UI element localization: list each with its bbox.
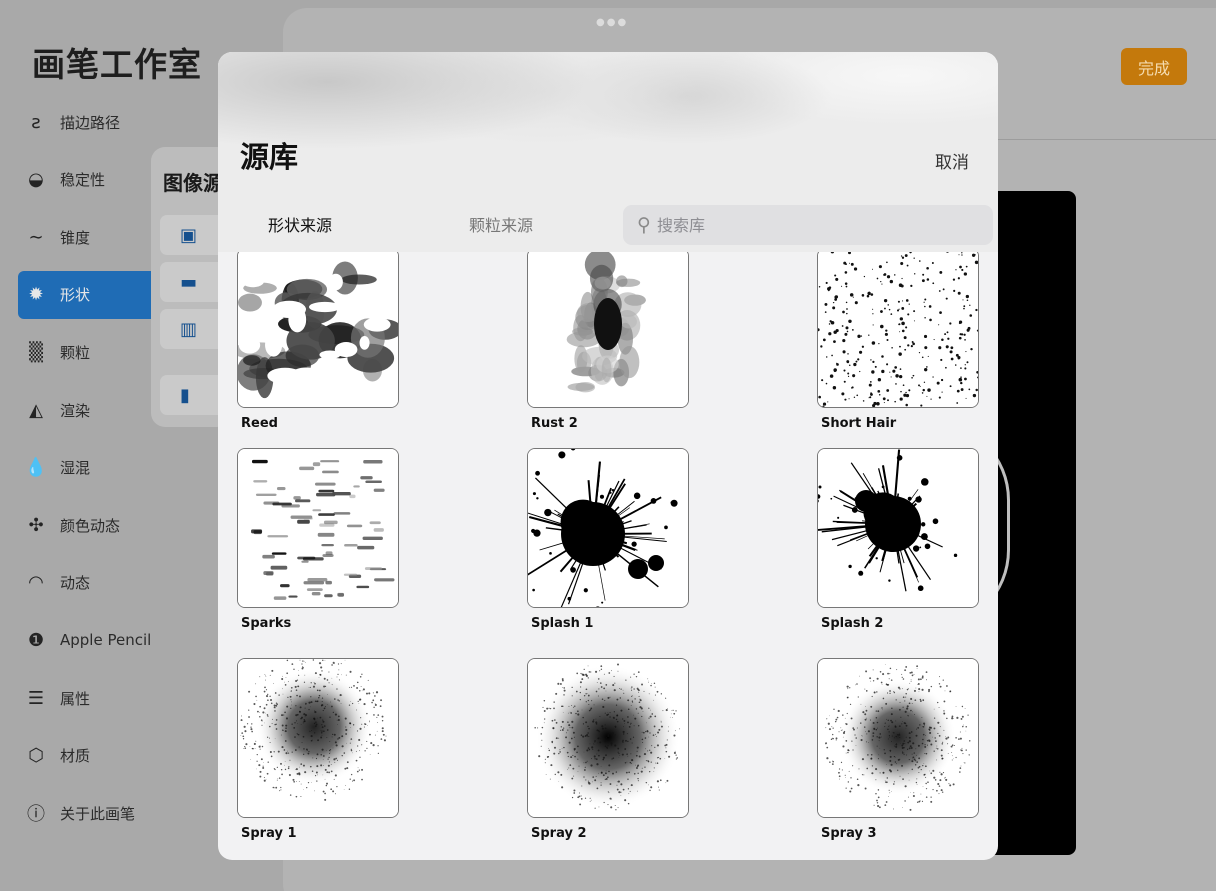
source-item-label: Short Hair xyxy=(821,416,897,431)
sidebar-item-label: 属性 xyxy=(60,689,91,708)
taper-icon: ∼ xyxy=(28,226,44,248)
sidebar-item-label: Apple Pencil xyxy=(60,631,152,650)
sidebar-item-label: 描边路径 xyxy=(60,113,121,132)
app-root: 画笔工作室 ƨ 描边路径 ◒ 稳定性 ∼ 锥度 ✹ 形状 ▒ 颗粒 ◭ 渲染 💧 湿混 ✣ 颜色动态 ◠ 动态 ❶ A… xyxy=(0,0,1216,891)
materials-icon: ⬡ xyxy=(28,745,44,767)
properties-icon: ☰ xyxy=(27,687,45,709)
source-item[interactable]: Spray 2 xyxy=(527,658,689,841)
sidebar-item-label: 动态 xyxy=(60,574,91,593)
tab-grain-source[interactable]: 颗粒来源 xyxy=(469,212,533,236)
source-thumbnail[interactable] xyxy=(237,658,399,818)
color-dynamics-icon: ✣ xyxy=(28,514,44,536)
thumbnail-image xyxy=(818,449,978,607)
source-thumbnail[interactable] xyxy=(527,252,689,408)
stabilization-icon: ◒ xyxy=(28,169,44,191)
wet-mix-icon: 💧 xyxy=(24,457,48,479)
source-item-label: Rust 2 xyxy=(531,416,578,431)
source-item-label: Spray 3 xyxy=(821,826,877,841)
sidebar-item-label: 湿混 xyxy=(60,459,91,478)
apple-pencil-icon: ❶ xyxy=(27,629,45,651)
source-item[interactable]: Spray 1 xyxy=(237,658,399,841)
source-grid: Reed Rust 2 Short Hair Sparks Splash 1 Splash… xyxy=(218,252,998,860)
thumbnail-image xyxy=(528,449,688,607)
sidebar-item-label: 关于此画笔 xyxy=(60,804,136,823)
source-item-label: Reed xyxy=(241,416,278,431)
photo-icon: ▣ xyxy=(180,224,198,246)
grain-icon: ▒ xyxy=(29,341,43,363)
stroke-path-icon: ƨ xyxy=(31,111,41,133)
source-item[interactable]: Short Hair xyxy=(817,252,979,431)
sidebar-item-label: 材质 xyxy=(60,747,91,766)
done-button[interactable]: 完成 xyxy=(1121,48,1187,85)
rendering-icon: ◭ xyxy=(29,399,43,421)
source-thumbnail[interactable] xyxy=(817,448,979,608)
dynamics-icon: ◠ xyxy=(28,572,44,594)
sidebar-item-label: 颗粒 xyxy=(60,343,91,362)
source-thumbnail[interactable] xyxy=(817,658,979,818)
source-thumbnail[interactable] xyxy=(527,658,689,818)
source-library-modal: 源库 取消 形状来源 颗粒来源 ⚲ Reed Rust 2 Short Hair Sp… xyxy=(218,52,998,860)
sidebar-item-label: 渲染 xyxy=(60,401,91,420)
sheet-grabber-icon[interactable]: ●●● xyxy=(596,17,628,28)
library-icon: ▥ xyxy=(180,318,198,340)
info-icon: ⓘ xyxy=(27,804,45,826)
cancel-button[interactable]: 取消 xyxy=(935,148,969,173)
thumbnail-image xyxy=(818,659,978,817)
source-item[interactable]: Spray 3 xyxy=(817,658,979,841)
source-item-label: Spray 2 xyxy=(531,826,587,841)
sidebar-item-label: 锥度 xyxy=(60,228,91,247)
source-item-label: Sparks xyxy=(241,616,292,631)
thumbnail-image xyxy=(818,252,978,407)
clipboard-icon: ▮ xyxy=(180,384,190,406)
source-thumbnail[interactable] xyxy=(237,252,399,408)
search-field[interactable]: ⚲ xyxy=(623,205,993,245)
search-input[interactable] xyxy=(657,215,957,235)
thumbnail-image xyxy=(528,252,688,407)
modal-title: 源库 xyxy=(240,140,299,174)
source-item[interactable]: Splash 2 xyxy=(817,448,979,631)
source-item-label: Splash 1 xyxy=(531,616,594,631)
source-item-label: Spray 1 xyxy=(241,826,297,841)
source-item[interactable]: Splash 1 xyxy=(527,448,689,631)
source-thumbnail[interactable] xyxy=(527,448,689,608)
thumbnail-image xyxy=(238,252,398,407)
source-item[interactable]: Sparks xyxy=(237,448,399,631)
source-thumbnail[interactable] xyxy=(817,252,979,408)
brush-studio-title: 画笔工作室 xyxy=(32,45,202,84)
thumbnail-image xyxy=(238,449,398,607)
sidebar-item-label: 形状 xyxy=(60,286,91,305)
sidebar-item-label: 稳定性 xyxy=(60,171,106,190)
sidebar-item-label: 颜色动态 xyxy=(60,516,121,535)
folder-icon: ▬ xyxy=(180,271,198,293)
source-thumbnail[interactable] xyxy=(237,448,399,608)
tab-shape-source[interactable]: 形状来源 xyxy=(268,212,332,236)
popover-title: 图像源 xyxy=(163,171,223,195)
thumbnail-image xyxy=(528,659,688,817)
source-item[interactable]: Rust 2 xyxy=(527,252,689,431)
source-item[interactable]: Reed xyxy=(237,252,399,431)
thumbnail-image xyxy=(238,659,398,817)
shape-icon: ✹ xyxy=(28,284,44,306)
source-item-label: Splash 2 xyxy=(821,616,884,631)
search-icon: ⚲ xyxy=(637,214,651,236)
